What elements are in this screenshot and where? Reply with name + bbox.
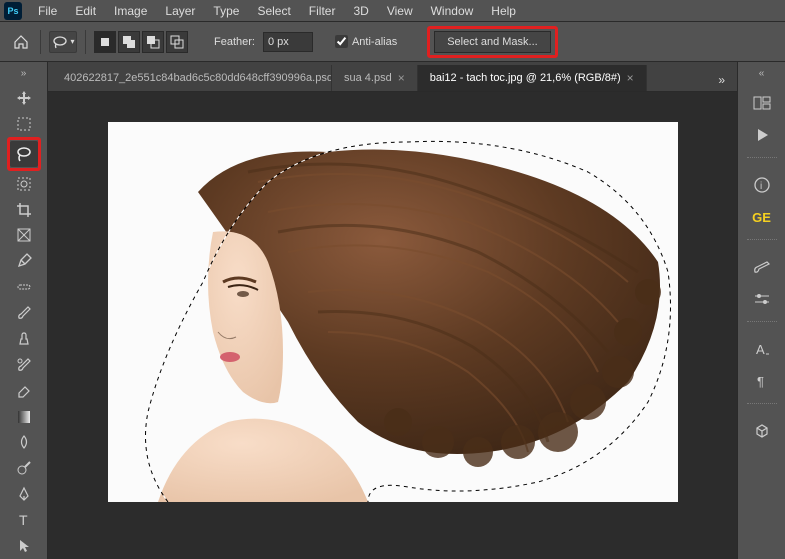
menu-3d[interactable]: 3D	[345, 2, 376, 20]
toolbar-expand-icon[interactable]: »	[21, 68, 27, 79]
pen-tool[interactable]	[10, 482, 38, 506]
highlight-lasso-tool	[7, 137, 41, 171]
menu-select[interactable]: Select	[249, 2, 298, 20]
add-selection-button[interactable]	[118, 31, 140, 53]
antialias-checkbox[interactable]	[335, 35, 348, 48]
menu-type[interactable]: Type	[205, 2, 247, 20]
eyedropper-tool[interactable]	[10, 249, 38, 273]
info-panel-icon[interactable]: i	[747, 171, 777, 199]
menu-image[interactable]: Image	[106, 2, 155, 20]
blur-tool[interactable]	[10, 431, 38, 455]
clone-stamp-tool[interactable]	[10, 327, 38, 351]
panel-divider	[747, 239, 777, 245]
eraser-tool[interactable]	[10, 379, 38, 403]
tools-panel: » T	[0, 62, 48, 559]
dodge-tool[interactable]	[10, 456, 38, 480]
close-icon[interactable]: ×	[627, 71, 634, 85]
tab-doc-2[interactable]: sua 4.psd ×	[332, 65, 418, 91]
menu-layer[interactable]: Layer	[157, 2, 203, 20]
brush-settings-icon[interactable]	[747, 253, 777, 281]
tab-label: sua 4.psd	[344, 72, 392, 84]
tab-label: bai12 - tach toc.jpg @ 21,6% (RGB/8#)	[430, 72, 621, 84]
antialias-checkbox-wrap[interactable]: Anti-alias	[335, 35, 397, 48]
subtract-selection-button[interactable]	[142, 31, 164, 53]
brush-tool[interactable]	[10, 301, 38, 325]
menu-edit[interactable]: Edit	[67, 2, 104, 20]
menu-view[interactable]: View	[379, 2, 421, 20]
canvas-area[interactable]	[48, 92, 737, 559]
lasso-tool[interactable]	[10, 141, 38, 167]
document-tabs: 402622817_2e551c84bad6c5c80dd648cff39099…	[48, 62, 737, 92]
paragraph-panel-icon[interactable]: ¶	[747, 367, 777, 395]
frame-tool[interactable]	[10, 224, 38, 248]
healing-tool[interactable]	[10, 275, 38, 299]
canvas-content	[108, 122, 678, 502]
svg-text:i: i	[760, 181, 762, 192]
menu-filter[interactable]: Filter	[301, 2, 344, 20]
select-and-mask-button[interactable]: Select and Mask...	[434, 31, 551, 53]
tab-doc-1[interactable]: 402622817_2e551c84bad6c5c80dd648cff39099…	[52, 65, 332, 91]
close-icon[interactable]: ×	[398, 71, 405, 85]
adjustments-icon[interactable]	[747, 285, 777, 313]
move-tool[interactable]	[10, 86, 38, 110]
panel-divider	[747, 403, 777, 409]
right-panels: « i GE A ¶	[737, 62, 785, 559]
path-select-tool[interactable]	[10, 534, 38, 558]
3d-panel-icon[interactable]	[747, 417, 777, 445]
selection-mode-group	[94, 31, 188, 53]
svg-text:T: T	[19, 512, 28, 528]
document-canvas[interactable]	[108, 122, 678, 502]
feather-input[interactable]	[263, 32, 313, 52]
home-icon[interactable]	[10, 31, 32, 53]
arrange-docs-icon[interactable]	[747, 89, 777, 117]
crop-tool[interactable]	[10, 198, 38, 222]
marquee-tool[interactable]	[10, 112, 38, 136]
gradient-tool[interactable]	[10, 405, 38, 429]
new-selection-button[interactable]	[94, 31, 116, 53]
tabs-overflow-icon[interactable]: »	[710, 69, 733, 91]
tool-preset-icon[interactable]: ▾	[49, 31, 77, 53]
antialias-label: Anti-alias	[352, 36, 397, 48]
type-tool[interactable]: T	[10, 508, 38, 532]
svg-text:A: A	[756, 342, 765, 357]
app-logo: Ps	[4, 2, 22, 20]
chevron-down-icon: ▾	[70, 37, 74, 46]
menu-file[interactable]: File	[30, 2, 65, 20]
quick-select-tool[interactable]	[10, 172, 38, 196]
svg-text:¶: ¶	[757, 374, 764, 389]
rightbar-expand-icon[interactable]: «	[759, 68, 765, 79]
panel-divider	[747, 321, 777, 327]
character-panel-icon[interactable]: A	[747, 335, 777, 363]
tab-label: 402622817_2e551c84bad6c5c80dd648cff39099…	[64, 72, 332, 84]
feather-label: Feather:	[214, 36, 255, 48]
play-icon[interactable]	[747, 121, 777, 149]
menu-help[interactable]: Help	[483, 2, 524, 20]
highlight-select-mask: Select and Mask...	[427, 26, 558, 58]
menu-window[interactable]: Window	[423, 2, 482, 20]
ge-badge[interactable]: GE	[747, 203, 777, 231]
panel-divider	[747, 157, 777, 163]
tab-doc-3[interactable]: bai12 - tach toc.jpg @ 21,6% (RGB/8#) ×	[418, 65, 647, 91]
history-brush-tool[interactable]	[10, 353, 38, 377]
intersect-selection-button[interactable]	[166, 31, 188, 53]
